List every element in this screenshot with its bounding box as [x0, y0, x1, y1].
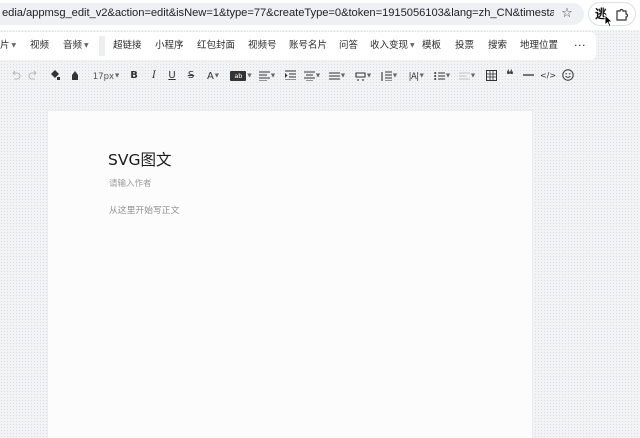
menu-item-label: 搜索 — [488, 40, 508, 51]
menu-item-label: 问答 — [339, 40, 359, 51]
menu-item-template[interactable]: 模板 — [422, 32, 441, 60]
caret-down-icon: ▼ — [470, 73, 476, 79]
body-editor[interactable]: 从这里开始写正文 — [109, 203, 179, 216]
caret-down-icon: ▼ — [214, 73, 220, 79]
caret-down-icon: ▼ — [270, 73, 276, 79]
menu-item-hyperlink[interactable]: 超链接 — [113, 32, 142, 60]
menu-item-qa[interactable]: 问答 — [339, 32, 358, 60]
editor-page[interactable]: SVG图文 请输入作者 从这里开始写正文 — [48, 111, 532, 438]
menu-item-account-card[interactable]: 账号名片 — [289, 32, 327, 60]
paragraph-spacing-button[interactable]: ▼ — [379, 68, 399, 84]
menu-item-vote[interactable]: 投票 — [455, 32, 474, 60]
menu-item-label: 投票 — [455, 40, 475, 51]
article-title[interactable]: SVG图文 — [108, 148, 171, 170]
undo-icon[interactable] — [9, 68, 21, 84]
table-icon — [485, 69, 497, 81]
caret-down-icon: ▼ — [340, 73, 346, 79]
line-height-label: |A| — [408, 72, 420, 82]
indent-icon — [284, 70, 296, 80]
caret-down-icon: ▼ — [115, 73, 120, 79]
bold-button[interactable]: B — [128, 68, 140, 84]
menu-item-label: 地理位置 — [520, 40, 559, 51]
menu-item-channels[interactable]: 视频号 — [248, 32, 277, 60]
address-bar[interactable]: edia/appmsg_edit_v2&action=edit&isNew=1&… — [0, 3, 584, 25]
caret-down-icon: ▼ — [366, 73, 372, 79]
url-text[interactable]: edia/appmsg_edit_v2&action=edit&isNew=1&… — [2, 7, 554, 19]
list-button[interactable]: ▼ — [328, 68, 346, 84]
menu-item-label: 模板 — [422, 40, 442, 51]
bullet-list-icon — [434, 72, 445, 80]
menu-item-red-packet-cover[interactable]: 红包封面 — [197, 32, 235, 60]
clear-format-icon[interactable] — [68, 68, 82, 84]
bullet-list-button[interactable]: ▼ — [432, 68, 452, 84]
menu-item-label: 音频 — [63, 40, 83, 51]
background-color-label: ab — [230, 71, 247, 81]
menu-item-image[interactable]: 片 ▼ — [0, 32, 16, 60]
font-size-select[interactable]: 17px▼ — [91, 68, 121, 84]
font-color-label: A — [206, 71, 214, 82]
puzzle-icon[interactable] — [615, 7, 629, 21]
underline-button[interactable]: U — [166, 68, 178, 84]
divider-button[interactable]: ▼ — [457, 68, 477, 84]
horizontal-rule-button[interactable] — [522, 68, 534, 84]
menu-item-mini-program[interactable]: 小程序 — [155, 32, 184, 60]
caret-down-icon: ▼ — [392, 73, 398, 79]
ordered-list-icon — [355, 71, 366, 81]
menu-item-audio[interactable]: 音频 ▼ — [63, 32, 89, 60]
menu-item-label: 超链接 — [113, 40, 142, 51]
emoji-button[interactable] — [561, 68, 575, 84]
star-icon[interactable]: ☆ — [559, 6, 575, 22]
menu-item-label: 账号名片 — [289, 40, 328, 51]
paragraph-spacing-icon — [381, 71, 392, 81]
code-button[interactable]: </> — [539, 68, 557, 84]
author-input[interactable]: 请输入作者 — [109, 177, 152, 189]
background-color-button[interactable]: ab ▼ — [229, 68, 253, 84]
font-size-value: 17px — [92, 72, 114, 82]
caret-down-icon: ▼ — [315, 73, 321, 79]
menu-item-monetization[interactable]: 收入变现 ▼ — [370, 32, 415, 60]
browser-toolbar: edia/appmsg_edit_v2&action=edit&isNew=1&… — [0, 0, 640, 30]
align-icon — [258, 71, 270, 81]
caret-down-icon: ▼ — [11, 42, 17, 49]
menu-item-video[interactable]: 视频 — [30, 32, 49, 60]
menu-item-label: 收入变现 — [370, 40, 409, 51]
ordered-list-button[interactable]: ▼ — [353, 68, 373, 84]
italic-button[interactable]: I — [148, 68, 160, 84]
format-toolbar: 17px▼ B I U S A▼ ab ▼ ▼ ▼ ▼ ▼ ▼ |A|▼ ▼ ▼ … — [0, 63, 640, 89]
menu-item-label: 视频号 — [248, 40, 277, 51]
strikethrough-button[interactable]: S — [185, 68, 197, 84]
indent-button[interactable] — [283, 68, 297, 84]
divider-icon — [458, 72, 470, 80]
caret-down-icon: ▼ — [410, 42, 415, 49]
menu-item-label: 小程序 — [155, 40, 184, 51]
redo-icon[interactable] — [27, 68, 39, 84]
quote-button[interactable]: ❝ — [503, 68, 517, 84]
menu-item-label: 视频 — [30, 40, 50, 51]
justify-button[interactable]: ▼ — [303, 68, 321, 84]
caret-down-icon: ▼ — [445, 73, 451, 79]
emoji-icon — [562, 69, 574, 81]
line-height-button[interactable]: |A|▼ — [405, 68, 427, 84]
mouse-cursor-icon — [604, 14, 614, 28]
menu-item-location[interactable]: 地理位置 — [520, 32, 558, 60]
caret-down-icon: ▼ — [247, 73, 252, 79]
horizontal-rule-icon — [522, 74, 534, 76]
justify-icon — [303, 71, 315, 81]
align-button[interactable]: ▼ — [258, 68, 276, 84]
list-icon — [328, 72, 340, 80]
menu-item-label: 红包封面 — [197, 40, 236, 51]
caret-down-icon: ▼ — [419, 73, 424, 79]
menu-separator — [99, 36, 105, 56]
more-menu-button[interactable]: ··· — [574, 32, 586, 60]
caret-down-icon: ▼ — [84, 42, 89, 49]
font-color-button[interactable]: A▼ — [203, 68, 223, 84]
insert-menu-bar: 片 ▼ 视频 音频 ▼ 超链接 小程序 红包封面 视频号 账号名片 问答 收入变现 ▼… — [0, 32, 596, 60]
format-painter-icon[interactable] — [48, 68, 62, 84]
table-button[interactable] — [484, 68, 498, 84]
menu-item-label: 片 — [0, 40, 10, 51]
menu-item-search[interactable]: 搜索 — [488, 32, 507, 60]
